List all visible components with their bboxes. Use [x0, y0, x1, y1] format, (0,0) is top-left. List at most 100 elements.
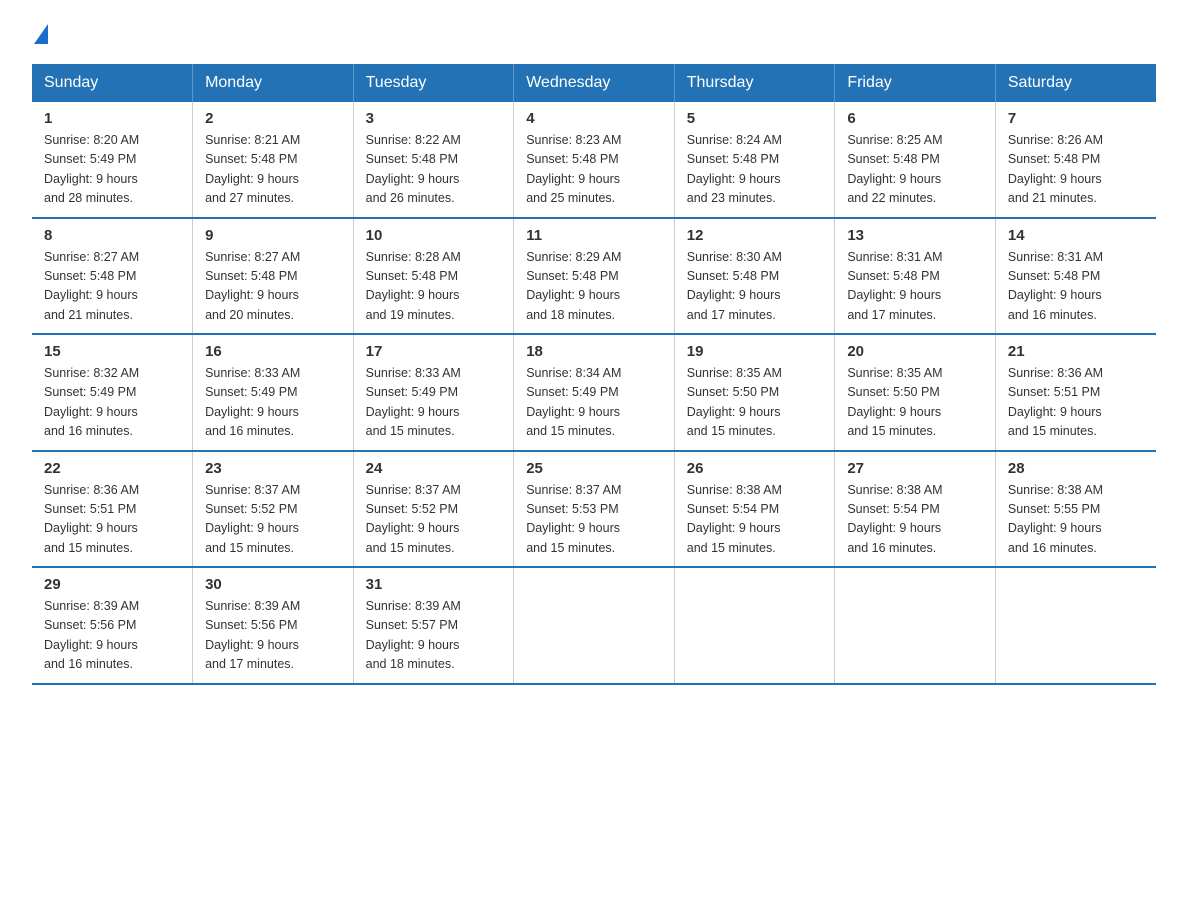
week-row-4: 22 Sunrise: 8:36 AMSunset: 5:51 PMDaylig…: [32, 451, 1156, 568]
day-info: Sunrise: 8:25 AMSunset: 5:48 PMDaylight:…: [847, 133, 942, 205]
day-info: Sunrise: 8:24 AMSunset: 5:48 PMDaylight:…: [687, 133, 782, 205]
day-number: 16: [205, 343, 341, 360]
calendar-cell: 12 Sunrise: 8:30 AMSunset: 5:48 PMDaylig…: [674, 218, 835, 335]
calendar-cell: 27 Sunrise: 8:38 AMSunset: 5:54 PMDaylig…: [835, 451, 996, 568]
day-number: 15: [44, 343, 180, 360]
day-info: Sunrise: 8:37 AMSunset: 5:53 PMDaylight:…: [526, 483, 621, 555]
day-info: Sunrise: 8:23 AMSunset: 5:48 PMDaylight:…: [526, 133, 621, 205]
day-info: Sunrise: 8:38 AMSunset: 5:55 PMDaylight:…: [1008, 483, 1103, 555]
day-number: 18: [526, 343, 662, 360]
calendar-cell: 5 Sunrise: 8:24 AMSunset: 5:48 PMDayligh…: [674, 102, 835, 218]
calendar-cell: 30 Sunrise: 8:39 AMSunset: 5:56 PMDaylig…: [193, 567, 354, 684]
calendar-cell: 6 Sunrise: 8:25 AMSunset: 5:48 PMDayligh…: [835, 102, 996, 218]
header-day-friday: Friday: [835, 64, 996, 102]
calendar-cell: 4 Sunrise: 8:23 AMSunset: 5:48 PMDayligh…: [514, 102, 675, 218]
calendar-cell: 21 Sunrise: 8:36 AMSunset: 5:51 PMDaylig…: [995, 334, 1156, 451]
calendar-cell: 13 Sunrise: 8:31 AMSunset: 5:48 PMDaylig…: [835, 218, 996, 335]
calendar-cell: 2 Sunrise: 8:21 AMSunset: 5:48 PMDayligh…: [193, 102, 354, 218]
day-number: 2: [205, 110, 341, 127]
calendar-cell: 15 Sunrise: 8:32 AMSunset: 5:49 PMDaylig…: [32, 334, 193, 451]
calendar-cell: 25 Sunrise: 8:37 AMSunset: 5:53 PMDaylig…: [514, 451, 675, 568]
logo-triangle-icon: [34, 24, 48, 44]
header-day-monday: Monday: [193, 64, 354, 102]
day-info: Sunrise: 8:38 AMSunset: 5:54 PMDaylight:…: [687, 483, 782, 555]
calendar-table: SundayMondayTuesdayWednesdayThursdayFrid…: [32, 64, 1156, 685]
day-number: 20: [847, 343, 983, 360]
header-day-tuesday: Tuesday: [353, 64, 514, 102]
day-number: 17: [366, 343, 502, 360]
day-info: Sunrise: 8:31 AMSunset: 5:48 PMDaylight:…: [1008, 250, 1103, 322]
day-info: Sunrise: 8:20 AMSunset: 5:49 PMDaylight:…: [44, 133, 139, 205]
day-number: 5: [687, 110, 823, 127]
calendar-cell: 10 Sunrise: 8:28 AMSunset: 5:48 PMDaylig…: [353, 218, 514, 335]
day-number: 1: [44, 110, 180, 127]
day-number: 8: [44, 227, 180, 244]
day-info: Sunrise: 8:27 AMSunset: 5:48 PMDaylight:…: [44, 250, 139, 322]
calendar-cell: 31 Sunrise: 8:39 AMSunset: 5:57 PMDaylig…: [353, 567, 514, 684]
day-info: Sunrise: 8:35 AMSunset: 5:50 PMDaylight:…: [847, 366, 942, 438]
calendar-cell: 9 Sunrise: 8:27 AMSunset: 5:48 PMDayligh…: [193, 218, 354, 335]
day-number: 25: [526, 460, 662, 477]
header: [32, 24, 1156, 44]
calendar-cell: 26 Sunrise: 8:38 AMSunset: 5:54 PMDaylig…: [674, 451, 835, 568]
calendar-cell: 8 Sunrise: 8:27 AMSunset: 5:48 PMDayligh…: [32, 218, 193, 335]
week-row-1: 1 Sunrise: 8:20 AMSunset: 5:49 PMDayligh…: [32, 102, 1156, 218]
day-info: Sunrise: 8:33 AMSunset: 5:49 PMDaylight:…: [366, 366, 461, 438]
day-number: 9: [205, 227, 341, 244]
day-number: 24: [366, 460, 502, 477]
header-row: SundayMondayTuesdayWednesdayThursdayFrid…: [32, 64, 1156, 102]
day-info: Sunrise: 8:28 AMSunset: 5:48 PMDaylight:…: [366, 250, 461, 322]
day-number: 11: [526, 227, 662, 244]
day-info: Sunrise: 8:35 AMSunset: 5:50 PMDaylight:…: [687, 366, 782, 438]
day-number: 21: [1008, 343, 1144, 360]
header-day-thursday: Thursday: [674, 64, 835, 102]
calendar-cell: 24 Sunrise: 8:37 AMSunset: 5:52 PMDaylig…: [353, 451, 514, 568]
day-number: 23: [205, 460, 341, 477]
week-row-5: 29 Sunrise: 8:39 AMSunset: 5:56 PMDaylig…: [32, 567, 1156, 684]
header-day-saturday: Saturday: [995, 64, 1156, 102]
calendar-cell: [995, 567, 1156, 684]
calendar-cell: 1 Sunrise: 8:20 AMSunset: 5:49 PMDayligh…: [32, 102, 193, 218]
day-number: 3: [366, 110, 502, 127]
day-info: Sunrise: 8:26 AMSunset: 5:48 PMDaylight:…: [1008, 133, 1103, 205]
day-number: 27: [847, 460, 983, 477]
calendar-cell: [514, 567, 675, 684]
day-number: 7: [1008, 110, 1144, 127]
day-info: Sunrise: 8:36 AMSunset: 5:51 PMDaylight:…: [1008, 366, 1103, 438]
calendar-cell: 23 Sunrise: 8:37 AMSunset: 5:52 PMDaylig…: [193, 451, 354, 568]
day-number: 6: [847, 110, 983, 127]
calendar-cell: 22 Sunrise: 8:36 AMSunset: 5:51 PMDaylig…: [32, 451, 193, 568]
calendar-cell: 3 Sunrise: 8:22 AMSunset: 5:48 PMDayligh…: [353, 102, 514, 218]
day-number: 30: [205, 576, 341, 593]
day-info: Sunrise: 8:27 AMSunset: 5:48 PMDaylight:…: [205, 250, 300, 322]
day-info: Sunrise: 8:21 AMSunset: 5:48 PMDaylight:…: [205, 133, 300, 205]
calendar-cell: 19 Sunrise: 8:35 AMSunset: 5:50 PMDaylig…: [674, 334, 835, 451]
day-number: 13: [847, 227, 983, 244]
day-number: 4: [526, 110, 662, 127]
day-number: 31: [366, 576, 502, 593]
day-info: Sunrise: 8:34 AMSunset: 5:49 PMDaylight:…: [526, 366, 621, 438]
day-number: 26: [687, 460, 823, 477]
day-number: 28: [1008, 460, 1144, 477]
calendar-cell: 14 Sunrise: 8:31 AMSunset: 5:48 PMDaylig…: [995, 218, 1156, 335]
day-number: 10: [366, 227, 502, 244]
week-row-3: 15 Sunrise: 8:32 AMSunset: 5:49 PMDaylig…: [32, 334, 1156, 451]
day-info: Sunrise: 8:22 AMSunset: 5:48 PMDaylight:…: [366, 133, 461, 205]
header-day-wednesday: Wednesday: [514, 64, 675, 102]
day-info: Sunrise: 8:39 AMSunset: 5:57 PMDaylight:…: [366, 599, 461, 671]
week-row-2: 8 Sunrise: 8:27 AMSunset: 5:48 PMDayligh…: [32, 218, 1156, 335]
calendar-cell: 20 Sunrise: 8:35 AMSunset: 5:50 PMDaylig…: [835, 334, 996, 451]
calendar-cell: [674, 567, 835, 684]
day-info: Sunrise: 8:39 AMSunset: 5:56 PMDaylight:…: [205, 599, 300, 671]
day-number: 19: [687, 343, 823, 360]
calendar-header: SundayMondayTuesdayWednesdayThursdayFrid…: [32, 64, 1156, 102]
calendar-cell: 16 Sunrise: 8:33 AMSunset: 5:49 PMDaylig…: [193, 334, 354, 451]
calendar-cell: 7 Sunrise: 8:26 AMSunset: 5:48 PMDayligh…: [995, 102, 1156, 218]
day-number: 12: [687, 227, 823, 244]
day-info: Sunrise: 8:37 AMSunset: 5:52 PMDaylight:…: [205, 483, 300, 555]
day-info: Sunrise: 8:37 AMSunset: 5:52 PMDaylight:…: [366, 483, 461, 555]
calendar-cell: 28 Sunrise: 8:38 AMSunset: 5:55 PMDaylig…: [995, 451, 1156, 568]
calendar-cell: [835, 567, 996, 684]
day-info: Sunrise: 8:36 AMSunset: 5:51 PMDaylight:…: [44, 483, 139, 555]
calendar-cell: 17 Sunrise: 8:33 AMSunset: 5:49 PMDaylig…: [353, 334, 514, 451]
